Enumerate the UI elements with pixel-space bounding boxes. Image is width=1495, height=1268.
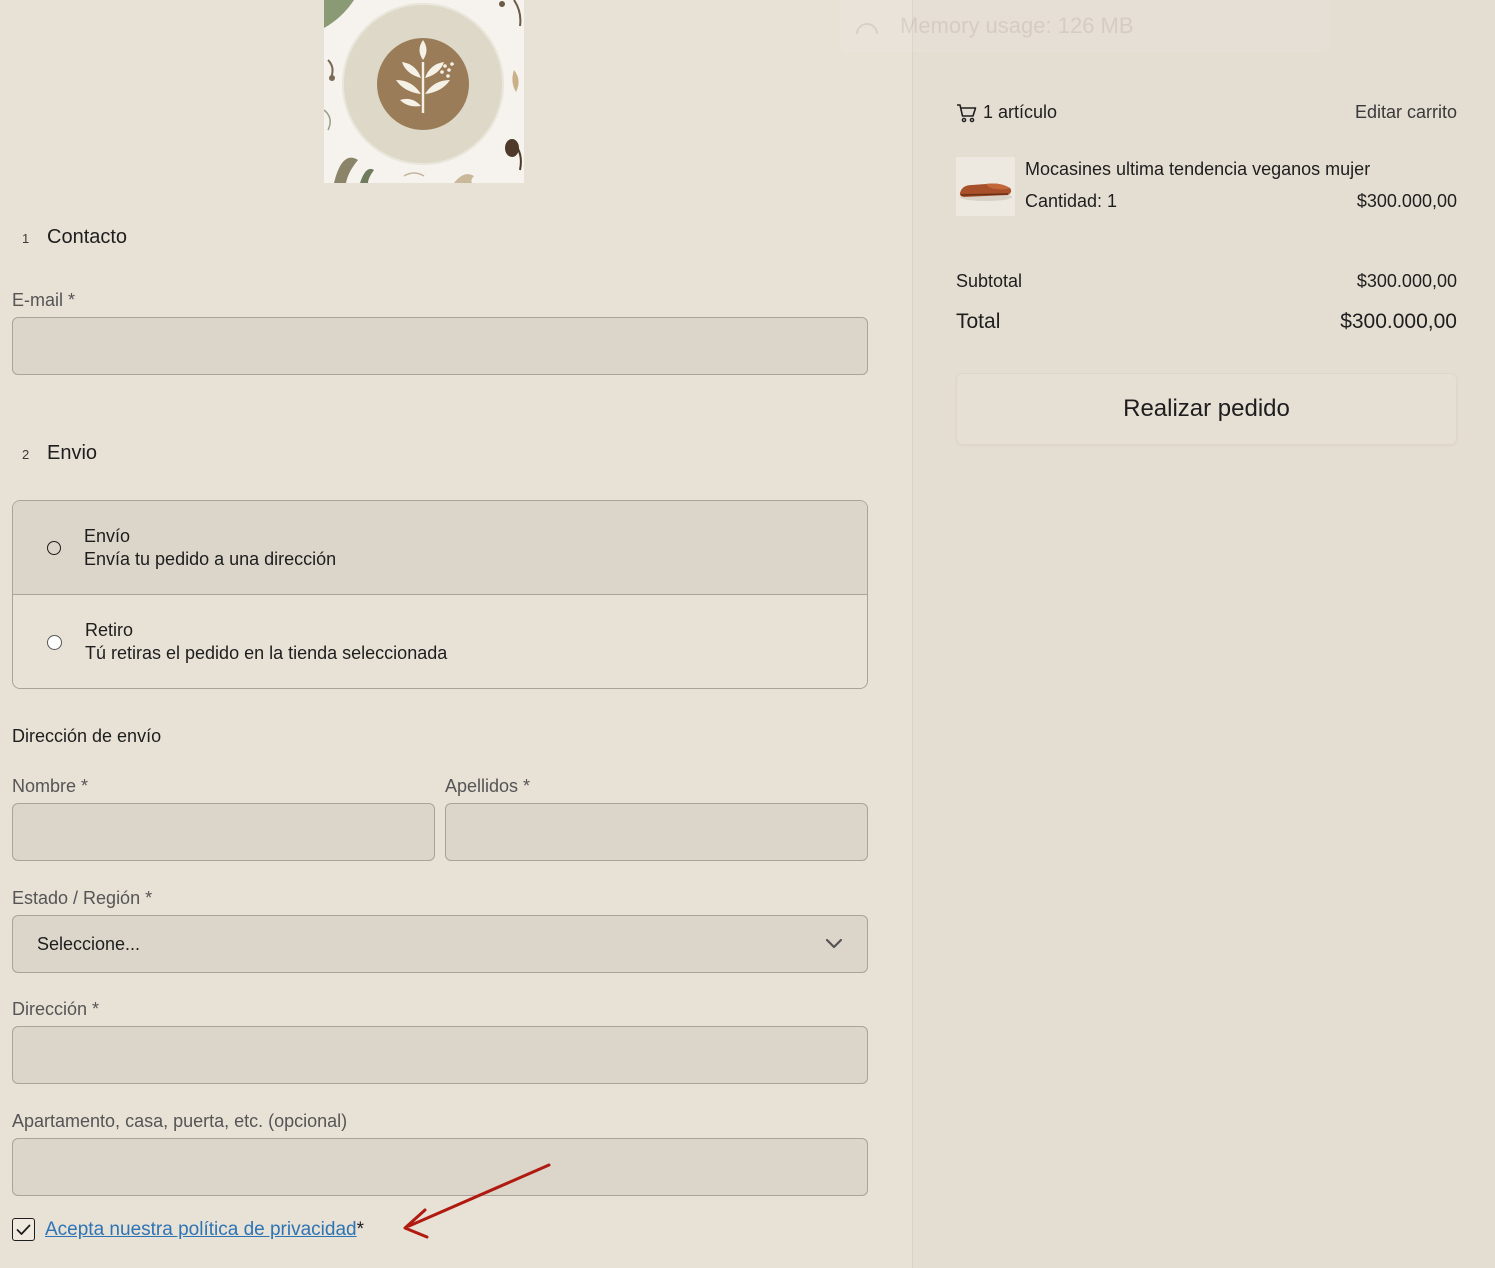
contact-section-header: 1 Contacto: [22, 226, 127, 249]
store-logo: [324, 0, 524, 183]
region-select-value: Seleccione...: [37, 933, 141, 954]
step-number: 1: [22, 231, 30, 246]
required-marker: *: [356, 1218, 364, 1240]
region-label: Estado / Región *: [12, 888, 153, 908]
chevron-down-icon: [825, 938, 843, 949]
first-name-field[interactable]: [12, 803, 435, 861]
product-price: $300.000,00: [1356, 191, 1457, 211]
radio-selected[interactable]: [47, 540, 61, 555]
cart-count: 1 artículo: [956, 102, 1057, 123]
subtotal-row: Subtotal $300.000,00: [956, 271, 1457, 292]
option-description: Tú retiras el pedido en la tienda selecc…: [85, 643, 448, 663]
cart-header: 1 artículo Editar carrito: [956, 102, 1457, 123]
email-field[interactable]: [12, 317, 868, 375]
shipping-option-pickup[interactable]: Retiro Tú retiras el pedido en la tienda…: [13, 595, 867, 688]
plant-logo: [324, 0, 524, 183]
product-thumbnail: [956, 157, 1015, 216]
option-title: Envío: [84, 525, 131, 546]
privacy-policy-link[interactable]: Acepta nuestra política de privacidad: [45, 1219, 357, 1241]
check-icon: [16, 1224, 31, 1235]
subtotal-label: Subtotal: [956, 271, 1023, 291]
option-description: Envía tu pedido a una dirección: [84, 548, 337, 569]
total-value: $300.000,00: [1340, 310, 1457, 333]
loafer-shoe-image: [956, 157, 1015, 216]
privacy-checkbox[interactable]: [12, 1218, 35, 1241]
gauge-icon: [856, 23, 878, 35]
shipping-method-options: Envío Envía tu pedido a una dirección Re…: [12, 500, 868, 689]
section-title: Contacto: [47, 226, 128, 248]
option-title: Retiro: [85, 620, 134, 640]
shipping-section-header: 2 Envio: [22, 442, 97, 465]
cart-count-label: 1 artículo: [983, 102, 1058, 122]
privacy-consent: Acepta nuestra política de privacidad *: [12, 1218, 364, 1241]
product-quantity: Cantidad: 1: [1025, 191, 1118, 211]
region-select[interactable]: Seleccione...: [12, 915, 868, 973]
shipping-option-delivery[interactable]: Envío Envía tu pedido a una dirección: [13, 501, 867, 595]
product-name: Mocasines ultima tendencia veganos mujer: [1025, 159, 1371, 179]
edit-cart-link[interactable]: Editar carrito: [1355, 102, 1457, 123]
product-info: Mocasines ultima tendencia veganos mujer…: [1025, 157, 1457, 217]
shipping-address-title: Dirección de envío: [12, 726, 162, 746]
first-name-label: Nombre *: [12, 776, 89, 796]
place-order-button[interactable]: Realizar pedido: [956, 373, 1457, 445]
address-field[interactable]: [12, 1026, 868, 1084]
section-title: Envio: [47, 442, 98, 464]
total-row: Total $300.000,00: [956, 310, 1457, 334]
memory-usage-overlay: Memory usage: 126 MB: [840, 0, 1330, 52]
checkout-form: 1 Contacto E-mail * 2 Envio Envío Envía …: [0, 0, 912, 1268]
step-number: 2: [22, 447, 30, 462]
total-label: Total: [956, 310, 1001, 333]
address-label: Dirección *: [12, 999, 100, 1019]
annotation-arrow: [403, 1163, 551, 1239]
subtotal-value: $300.000,00: [1356, 271, 1457, 291]
cart-icon: [957, 103, 977, 122]
cart-item: Mocasines ultima tendencia veganos mujer…: [956, 157, 1457, 217]
email-label: E-mail *: [12, 290, 76, 310]
radio-unselected[interactable]: [47, 634, 62, 650]
apartment-label: Apartamento, casa, puerta, etc. (opciona…: [12, 1111, 348, 1131]
memory-usage-text: Memory usage: 126 MB: [900, 13, 1134, 38]
last-name-label: Apellidos *: [445, 776, 531, 796]
last-name-field[interactable]: [445, 803, 868, 861]
